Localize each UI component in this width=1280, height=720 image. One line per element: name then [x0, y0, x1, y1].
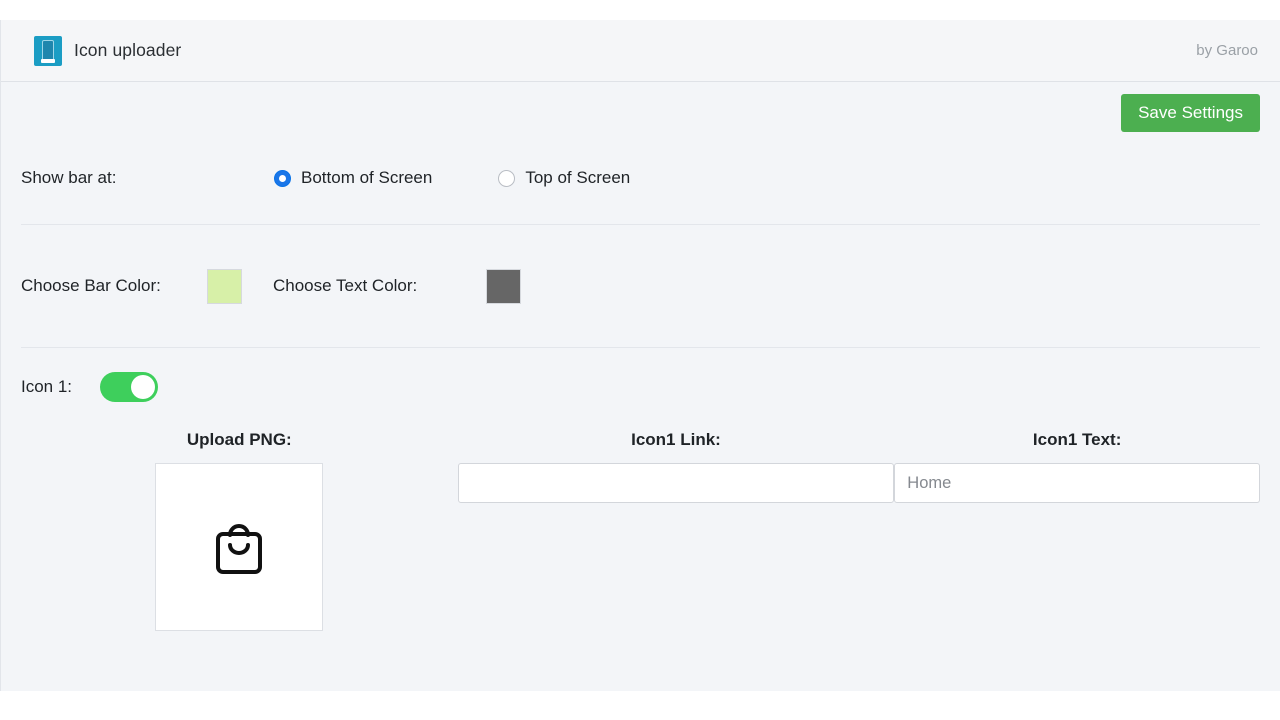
plugin-header: Icon uploader by Garoo [1, 20, 1280, 82]
icon1-toggle-row: Icon 1: [21, 348, 1260, 426]
show-bar-position-row: Show bar at: Bottom of Screen Top of Scr… [21, 132, 1260, 224]
icon1-text-column: Icon1 Text: [894, 430, 1260, 631]
upload-png-label: Upload PNG: [187, 430, 292, 450]
radio-bottom-of-screen[interactable] [274, 170, 291, 187]
author-byline: by Garoo [1196, 42, 1258, 59]
icon1-enable-toggle[interactable] [100, 372, 158, 402]
toggle-knob [131, 375, 155, 399]
bar-color-swatch[interactable] [207, 269, 242, 304]
radio-option-bottom-of-screen[interactable]: Bottom of Screen [274, 168, 432, 188]
save-row: Save Settings [21, 82, 1260, 132]
save-settings-button[interactable]: Save Settings [1121, 94, 1260, 132]
radio-top-of-screen[interactable] [498, 170, 515, 187]
mobile-phone-icon [34, 36, 62, 66]
icon1-link-input[interactable] [458, 463, 895, 503]
radio-option-top-of-screen[interactable]: Top of Screen [498, 168, 630, 188]
text-color-swatch[interactable] [486, 269, 521, 304]
colors-row: Choose Bar Color: Choose Text Color: [21, 225, 1260, 347]
screen: Icon uploader by Garoo Save Settings Sho… [0, 0, 1280, 720]
icon1-text-label: Icon1 Text: [1033, 430, 1121, 450]
radio-label-bottom-of-screen: Bottom of Screen [301, 168, 432, 188]
bar-color-label: Choose Bar Color: [21, 276, 207, 296]
radio-label-top-of-screen: Top of Screen [525, 168, 630, 188]
icon1-upload-dropzone[interactable] [155, 463, 323, 631]
icon1-fields: Upload PNG: Icon1 Link: Icon1 Text: [21, 426, 1260, 631]
brand: Icon uploader [34, 36, 181, 66]
plugin-body: Save Settings Show bar at: Bottom of Scr… [1, 82, 1280, 691]
icon1-link-label: Icon1 Link: [631, 430, 721, 450]
shopping-bag-icon [208, 516, 270, 578]
icon1-upload-column: Upload PNG: [21, 430, 458, 631]
icon1-text-input[interactable] [894, 463, 1260, 503]
plugin-settings-panel: Icon uploader by Garoo Save Settings Sho… [0, 20, 1280, 691]
icon1-link-column: Icon1 Link: [458, 430, 895, 631]
text-color-label: Choose Text Color: [273, 276, 486, 296]
show-bar-label: Show bar at: [21, 168, 274, 188]
page-title: Icon uploader [74, 40, 181, 61]
icon1-label: Icon 1: [21, 377, 100, 397]
